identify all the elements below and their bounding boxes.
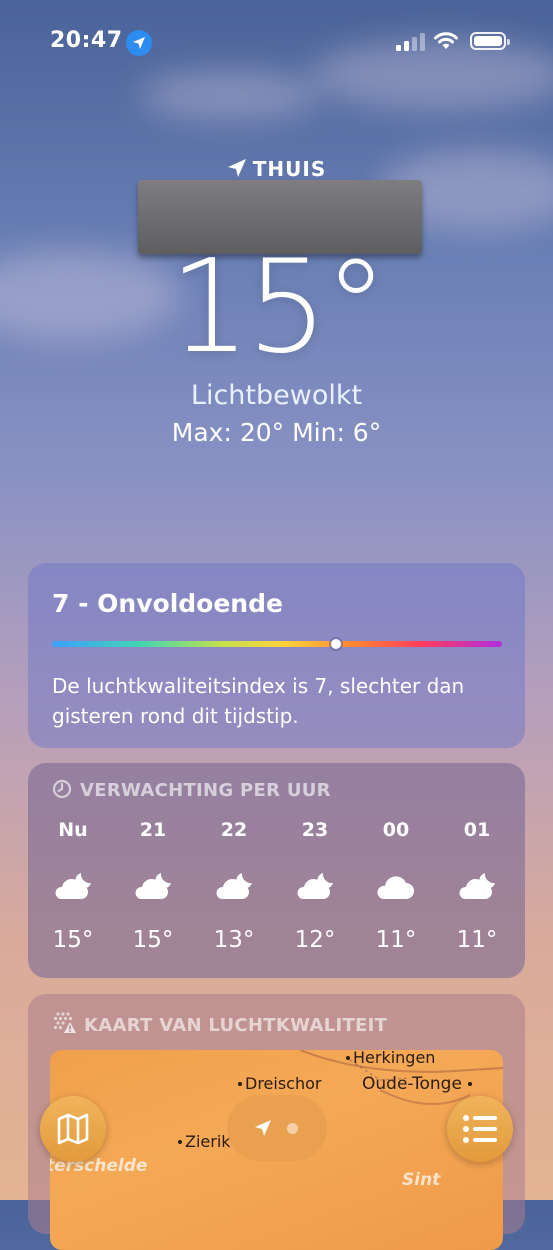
hourly-temperature: 11°	[456, 927, 498, 953]
current-temperature: 15°	[169, 233, 388, 382]
hourly-time: 22	[220, 819, 248, 841]
cloud-icon	[366, 869, 426, 909]
air-quality-map-heading: KAART VAN LUCHTKWALITEIT	[52, 1010, 387, 1036]
hourly-temperature: 11°	[375, 927, 417, 953]
location-page-indicator[interactable]	[227, 1095, 327, 1161]
moon-cloud-icon	[43, 869, 103, 909]
hourly-item: 23 12°	[285, 819, 345, 953]
hourly-time: 23	[301, 819, 329, 841]
current-location-arrow-icon	[255, 1120, 271, 1136]
air-quality-card[interactable]: 7 - Onvoldoende De luchtkwaliteitsindex …	[28, 563, 525, 748]
aqi-description: De luchtkwaliteitsindex is 7, slechter d…	[52, 674, 465, 728]
min-max-temperature: Max: 20° Min: 6°	[171, 418, 382, 447]
hourly-item: 01 11°	[447, 819, 507, 953]
aqi-scale-bar	[52, 639, 502, 649]
battery-icon	[470, 32, 510, 50]
hourly-time: Nu	[58, 819, 88, 841]
location-header: THUIS	[0, 157, 553, 181]
air-quality-warning-icon	[53, 1012, 76, 1033]
aqi-title: 7 - Onvoldoende	[52, 589, 283, 618]
cellular-signal-icon	[396, 33, 426, 51]
map-button[interactable]	[40, 1096, 106, 1162]
wifi-icon	[434, 32, 458, 49]
map-place-dreischor: Dreischor	[238, 1074, 321, 1093]
hourly-forecast-card[interactable]: VERWACHTING PER UUR Nu 15° 21 15° 22 13° 23 12°…	[28, 763, 525, 978]
current-condition: Lichtbewolkt	[190, 380, 363, 411]
moon-cloud-icon	[285, 869, 345, 909]
moon-cloud-icon	[123, 869, 183, 909]
page-dot[interactable]	[287, 1123, 298, 1134]
map-icon	[57, 1113, 89, 1145]
moon-cloud-icon	[447, 869, 507, 909]
hourly-item: 00 11°	[366, 819, 426, 953]
air-quality-map-heading-label: KAART VAN LUCHTKWALITEIT	[84, 1015, 388, 1036]
status-time: 20:47	[50, 28, 123, 53]
aqi-scale-marker	[330, 639, 341, 649]
map-place-zierikzee: Zierik	[178, 1132, 231, 1151]
moon-cloud-icon	[204, 869, 264, 909]
hourly-item: 21 15°	[123, 819, 183, 953]
status-bar: 20:47	[0, 0, 553, 70]
hourly-forecast-heading: VERWACHTING PER UUR	[52, 779, 331, 801]
location-arrow-icon	[227, 159, 246, 177]
hourly-time: 21	[139, 819, 167, 841]
hourly-item: Nu 15°	[43, 819, 103, 953]
hourly-time: 01	[463, 819, 491, 841]
hourly-item: 22 13°	[204, 819, 264, 953]
hourly-temperature: 13°	[213, 927, 255, 953]
list-icon	[463, 1115, 497, 1143]
location-services-icon	[126, 30, 152, 56]
hourly-temperature: 15°	[52, 927, 94, 953]
hourly-temperature: 12°	[294, 927, 336, 953]
hourly-heading-label: VERWACHTING PER UUR	[80, 780, 331, 801]
hourly-temperature: 15°	[132, 927, 174, 953]
map-place-herkingen: Herkingen	[346, 1050, 435, 1067]
map-place-oude-tonge: Oude-Tonge	[362, 1074, 475, 1094]
hourly-time: 00	[382, 819, 410, 841]
location-label: THUIS	[252, 157, 327, 181]
locations-list-button[interactable]	[447, 1096, 513, 1162]
map-place-sint: Sint	[402, 1170, 441, 1190]
clock-icon	[52, 779, 72, 799]
